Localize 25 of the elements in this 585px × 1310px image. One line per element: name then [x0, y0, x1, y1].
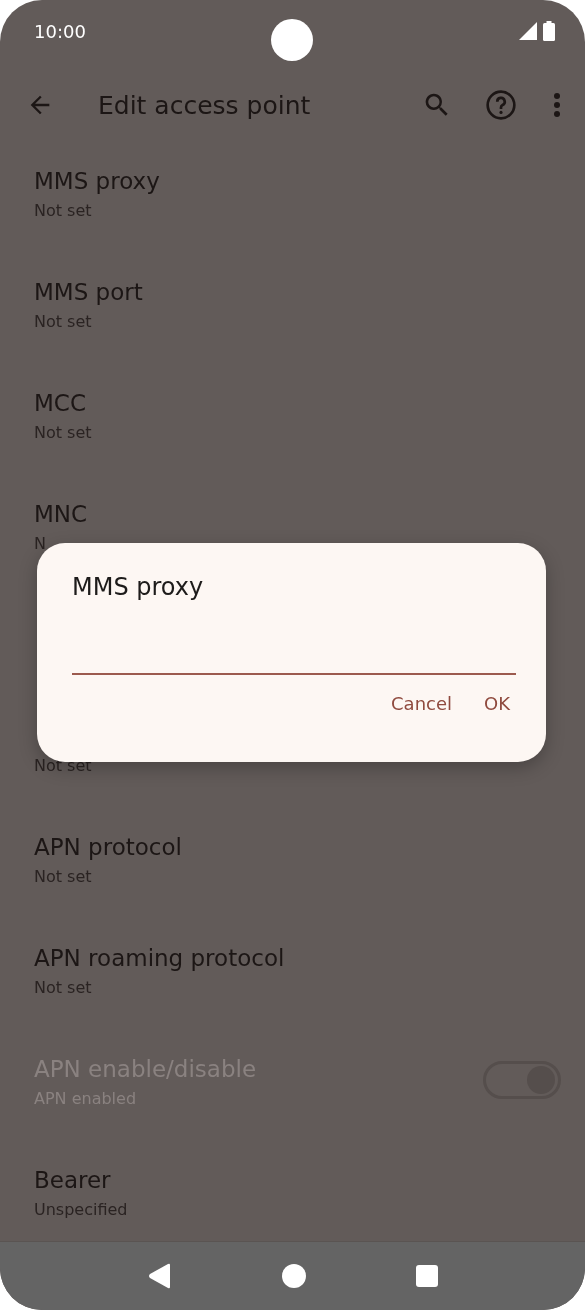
recents-nav-icon[interactable]: [415, 1265, 438, 1287]
back-nav-icon[interactable]: [147, 1263, 172, 1289]
camera-cutout: [271, 19, 313, 61]
setting-value: Not set: [34, 423, 92, 442]
home-nav-icon[interactable]: [281, 1264, 306, 1288]
setting-value: N: [34, 534, 47, 553]
setting-value: Not set: [34, 978, 93, 997]
dialog-button[interactable]: OK: [472, 685, 522, 722]
setting-title: MCC: [34, 389, 87, 417]
setting-title: APN protocol: [34, 833, 182, 861]
dialog-title: MMS proxy: [72, 573, 205, 601]
screen-title: Edit access point: [98, 90, 312, 120]
setting-value: Not set: [34, 312, 93, 331]
setting-value: Unspecified: [34, 1200, 128, 1219]
setting-value: Not set: [34, 201, 93, 220]
setting-title: MNC: [34, 500, 88, 528]
dialog-button[interactable]: Cancel: [379, 685, 464, 722]
setting-title: Bearer: [34, 1166, 112, 1194]
clock: 10:00: [34, 21, 86, 42]
setting-title: APN roaming protocol: [34, 944, 285, 972]
signal-icon: [519, 21, 537, 40]
setting-title: MMS proxy: [34, 167, 160, 195]
setting-value: Not set: [34, 867, 93, 886]
battery-icon: [543, 20, 555, 41]
setting-title: MMS port: [34, 278, 143, 306]
